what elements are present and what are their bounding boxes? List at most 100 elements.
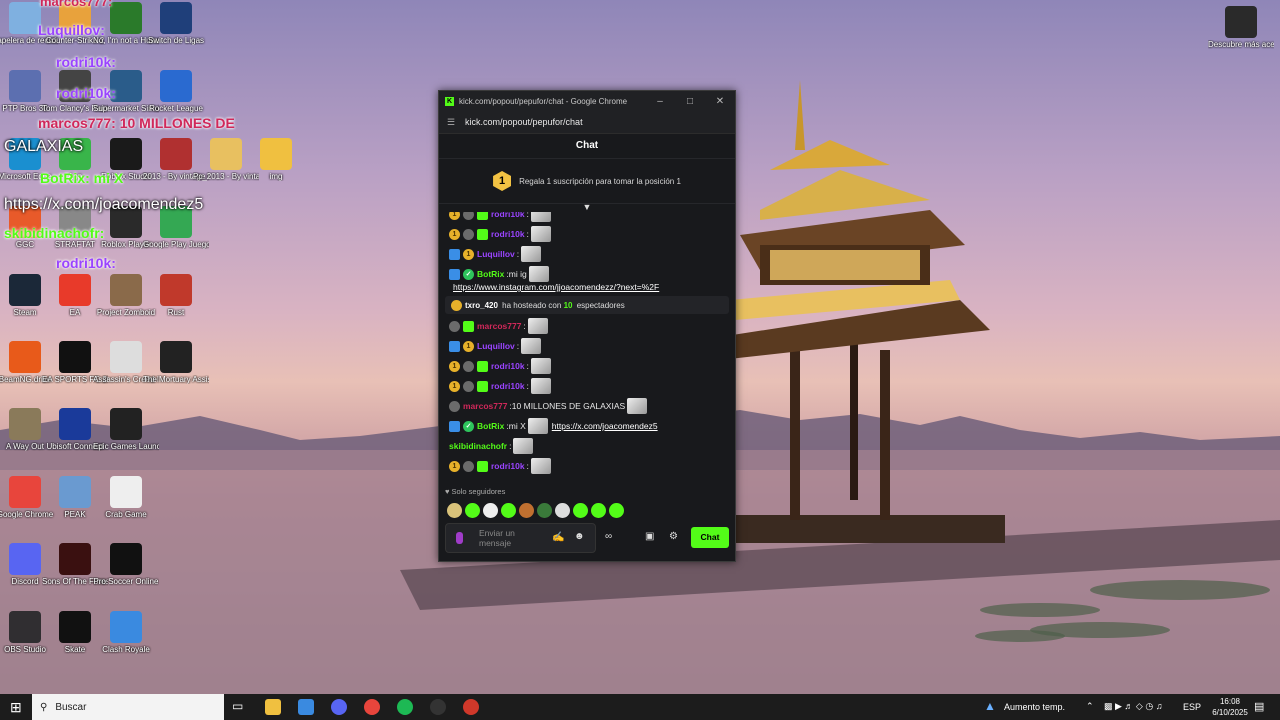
file-explorer-icon[interactable] [265,699,281,715]
app-icon[interactable] [110,408,142,440]
app-icon[interactable] [9,543,41,575]
emote-button[interactable] [519,503,534,518]
chat-username[interactable]: rodri10k [491,361,525,371]
maximize-button[interactable]: □ [675,96,705,107]
desktop-icon[interactable]: Rocket League [143,70,209,113]
app-icon[interactable] [9,408,41,440]
site-settings-icon[interactable]: ☰ [447,117,459,128]
tray-icons[interactable]: ▩ ▶ ♬ ◇ ◷ ♫ [1104,701,1162,712]
chat-username[interactable]: BotRix [477,269,504,279]
app-icon[interactable] [1225,6,1257,38]
desktop-icon[interactable]: img [243,138,309,181]
pinned-toggle-icon[interactable]: ▼ [439,203,735,212]
chat-messages[interactable]: 1 rodri10k:1 rodri10k:1 Luquillov: ✓ BotRix: … [439,212,735,480]
chat-message[interactable]: skibidinachofr: [439,436,735,456]
app-icon[interactable] [160,2,192,34]
chat-message[interactable]: 1 Luquillov: [439,336,735,356]
chrome-window[interactable]: K kick.com/popout/pepufor/chat - Google … [438,90,736,562]
emote-button[interactable] [573,503,588,518]
app-icon[interactable] [160,138,192,170]
translate-icon[interactable]: ✍ [552,532,564,543]
gift-sub-banner[interactable]: 1 Regala 1 suscripción para tomar la pos… [439,159,735,204]
app-icon[interactable] [110,476,142,508]
message-placeholder[interactable]: Enviar un mensaje [479,528,539,548]
app-icon[interactable] [110,2,142,34]
app-icon[interactable] [59,341,91,373]
emote-button[interactable] [501,503,516,518]
emote-button[interactable] [537,503,552,518]
app-icon[interactable] [160,70,192,102]
app-icon[interactable] [59,543,91,575]
chat-username[interactable]: BotRix [477,421,504,431]
chat-username[interactable]: marcos777 [477,321,521,331]
notifications-icon[interactable]: ▤ [1254,700,1264,713]
task-view-icon[interactable]: ▭ [232,699,248,715]
desktop-icon[interactable]: Descubre más acerca... [1208,6,1274,49]
obs-icon[interactable] [430,699,446,715]
close-button[interactable]: ✕ [705,96,735,107]
desktop-icon[interactable]: Pro Soccer Online [93,543,159,586]
chat-message[interactable]: marcos777: 10 MILLONES DE GALAXIAS [439,396,735,416]
desktop-icon[interactable]: Epic Games Launcher [93,408,159,451]
chat-message[interactable]: 1 rodri10k: [439,356,735,376]
app-icon[interactable] [9,341,41,373]
language-indicator[interactable]: ESP [1183,702,1201,712]
emote-button[interactable] [591,503,606,518]
windows-start-icon[interactable]: ⊞ [10,699,26,715]
window-titlebar[interactable]: K kick.com/popout/pepufor/chat - Google … [439,91,735,111]
desktop-icon[interactable]: The Mortuary Assistant [143,341,209,384]
send-chat-button[interactable]: Chat [691,527,729,548]
app-icon[interactable] [160,341,192,373]
app-icon[interactable] [160,274,192,306]
chat-message[interactable]: 1 rodri10k: [439,376,735,396]
emote-button[interactable] [483,503,498,518]
taskbar-search[interactable]: ⚲ Buscar [32,694,224,720]
app-icon[interactable] [9,70,41,102]
chat-link[interactable]: https://www.instagram.com/jjoacomendezz/… [453,282,659,292]
app-icon[interactable] [110,543,142,575]
app-icon[interactable] [9,2,41,34]
chat-message[interactable]: 1 rodri10k: [439,212,735,224]
desktop-icon[interactable]: Rust [143,274,209,317]
chat-username[interactable]: rodri10k [491,381,525,391]
chrome-icon[interactable] [364,699,380,715]
app-icon[interactable] [9,476,41,508]
app-icon[interactable] [110,341,142,373]
app-icon[interactable] [59,611,91,643]
app-icon[interactable] [59,408,91,440]
chat-link[interactable]: https://x.com/joacomendez5 [552,421,658,431]
message-input[interactable]: Enviar un mensaje ✍ ☻ [445,523,596,553]
app-icon[interactable] [9,274,41,306]
app-icon[interactable] [463,699,479,715]
chat-username[interactable]: Luquillov [477,249,515,259]
app-icon[interactable] [110,138,142,170]
emote-button[interactable] [609,503,624,518]
app-icon[interactable] [210,138,242,170]
desktop-icon[interactable]: Clash Royale [93,611,159,654]
chat-message[interactable]: ✓ BotRix: mi Xhttps://x.com/joacomendez5 [439,416,735,436]
emoji-icon[interactable]: ☻ [574,531,585,542]
emote-button[interactable] [555,503,570,518]
app-icon[interactable] [260,138,292,170]
clock[interactable]: 16:08 6/10/2025 [1210,696,1250,718]
chat-username[interactable]: rodri10k [491,229,525,239]
minimize-button[interactable]: – [645,96,675,107]
app-icon[interactable] [110,274,142,306]
host-user[interactable]: txro_420 [465,301,498,310]
chat-message[interactable]: 1 rodri10k: [439,224,735,244]
app-icon[interactable] [110,611,142,643]
search-placeholder[interactable]: Buscar [55,702,86,713]
store-icon[interactable] [298,699,314,715]
chat-message[interactable]: 1 rodri10k: [439,456,735,476]
chat-message[interactable]: https://www.instagram.com/jjoacomendezz/… [439,280,735,294]
app-icon[interactable] [59,274,91,306]
desktop-icon[interactable]: Switch de Ligas [143,2,209,45]
weather-label[interactable]: Aumento temp. [1004,702,1065,712]
tray-overflow-icon[interactable]: ⌃ [1086,701,1094,712]
desktop-icon[interactable]: Crab Game [93,476,159,519]
chat-message[interactable]: 1 Luquillov: [439,244,735,264]
chat-username[interactable]: marcos777 [463,401,507,411]
gift-icon[interactable]: ▣ [645,531,654,542]
app-icon[interactable] [59,476,91,508]
chat-username[interactable]: rodri10k [491,461,525,471]
